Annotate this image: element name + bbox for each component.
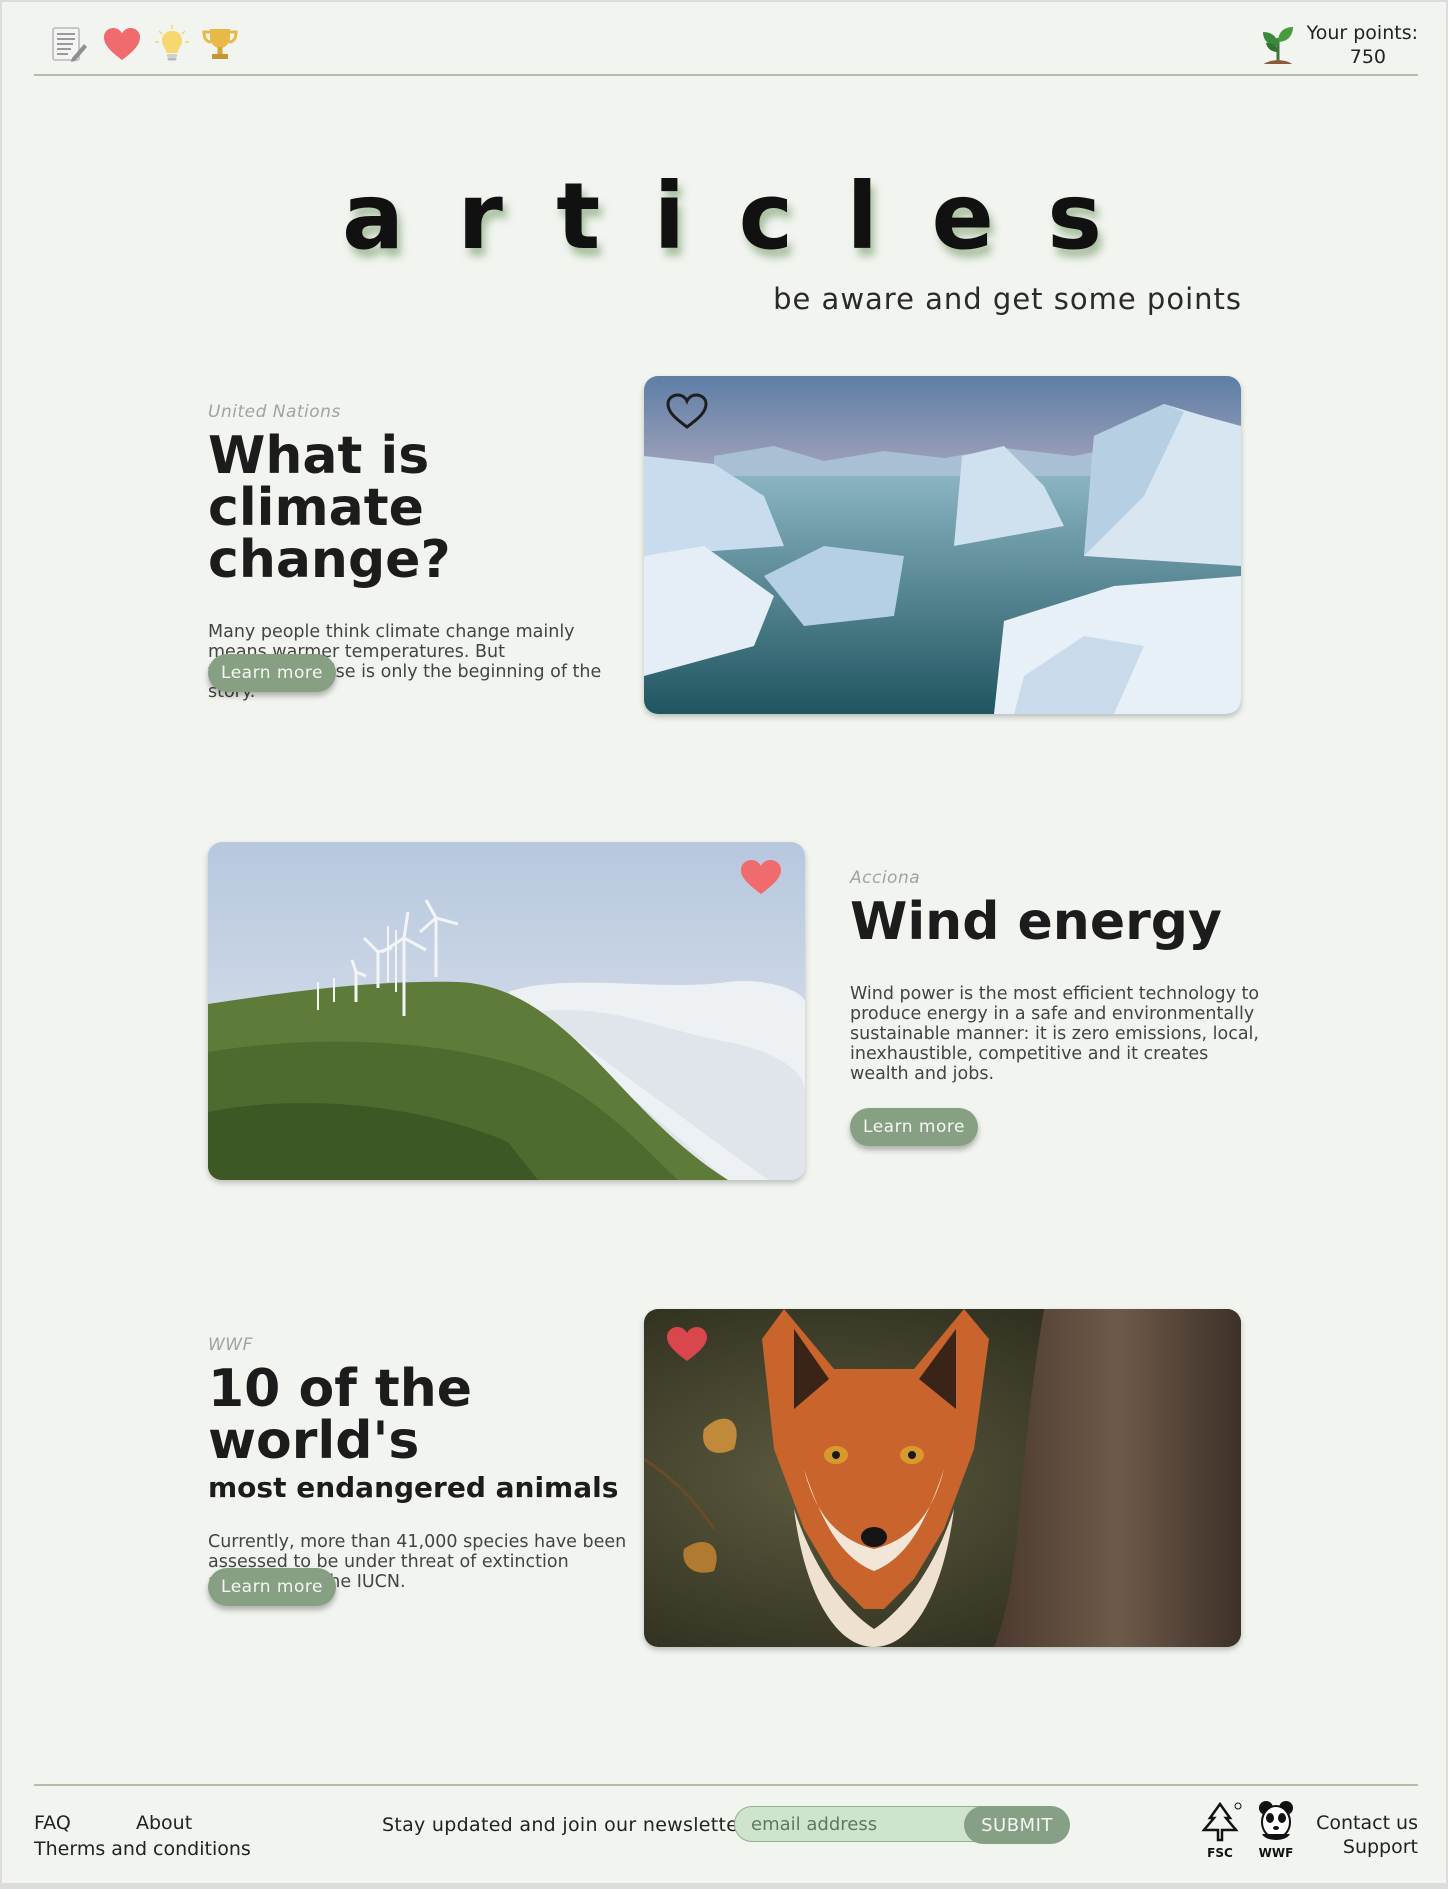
faq-link[interactable]: FAQ <box>34 1812 71 1834</box>
article-title: 10 of the world's <box>208 1359 473 1471</box>
article-title: What is climate change? <box>208 426 451 590</box>
title-letter: l <box>846 163 879 270</box>
page-title: a r t i c l e s <box>342 140 1102 270</box>
wwf-caption: WWF <box>1258 1846 1294 1860</box>
article-card: Acciona Wind energy Wind power is the mo… <box>850 868 1270 1084</box>
lightbulb-icon[interactable] <box>150 22 194 66</box>
article-image-icebergs[interactable] <box>644 376 1241 714</box>
title-letter: t <box>556 163 601 270</box>
article-source: WWF <box>208 1335 253 1355</box>
title-letter: c <box>738 163 794 270</box>
panda-icon <box>1259 1801 1293 1840</box>
footer: FAQ About Therms and conditions Stay upd… <box>34 1784 1418 1883</box>
article-title: Wind energy <box>850 892 1222 952</box>
learn-more-button[interactable]: Learn more <box>850 1108 978 1146</box>
points-label: Your points: <box>1306 22 1418 44</box>
article-source: United Nations <box>208 402 341 422</box>
title-letter: r <box>457 163 503 270</box>
title-letter: i <box>653 163 686 270</box>
plant-icon <box>1258 22 1298 66</box>
article-description: Wind power is the most efficient technol… <box>850 984 1260 1084</box>
about-link[interactable]: About <box>136 1812 192 1834</box>
learn-more-button[interactable]: Learn more <box>208 654 336 692</box>
favorite-heart-outline-icon[interactable] <box>664 390 710 432</box>
trophy-icon[interactable] <box>198 22 242 66</box>
newsletter-label: Stay updated and join our newsletter: <box>382 1814 753 1836</box>
favorite-heart-filled-icon[interactable] <box>664 1323 710 1365</box>
article-image-wind-turbines[interactable] <box>208 842 805 1180</box>
favorite-heart-filled-icon[interactable] <box>738 856 784 898</box>
title-letter: a <box>342 163 405 270</box>
notes-icon[interactable] <box>46 22 90 66</box>
fsc-tree-icon <box>1201 1801 1242 1842</box>
support-link[interactable]: Support <box>1343 1836 1418 1858</box>
article-subtitle: most endangered animals <box>208 1471 619 1504</box>
submit-button[interactable]: SUBMIT <box>964 1806 1070 1844</box>
title-letter: s <box>1047 163 1102 270</box>
article-card: WWF 10 of the world's most endangered an… <box>208 1335 638 1592</box>
heart-icon[interactable] <box>100 22 144 66</box>
points-value: 750 <box>1349 46 1386 68</box>
terms-link[interactable]: Therms and conditions <box>34 1838 251 1860</box>
top-bar: Your points: 750 <box>34 2 1418 76</box>
contact-link[interactable]: Contact us <box>1316 1812 1418 1834</box>
page-subtitle: be aware and get some points <box>773 282 1242 316</box>
article-source: Acciona <box>850 868 921 888</box>
article-image-fox[interactable] <box>644 1309 1241 1647</box>
fsc-caption: FSC <box>1207 1846 1233 1860</box>
learn-more-button[interactable]: Learn more <box>208 1568 336 1606</box>
points-display: Your points: 750 <box>1258 20 1418 68</box>
title-letter: e <box>931 163 994 270</box>
wwf-logo: WWF <box>1256 1800 1296 1860</box>
page: Your points: 750 a r t i c l e s be awar… <box>2 2 1446 1883</box>
fsc-logo: FSC <box>1194 1800 1246 1860</box>
